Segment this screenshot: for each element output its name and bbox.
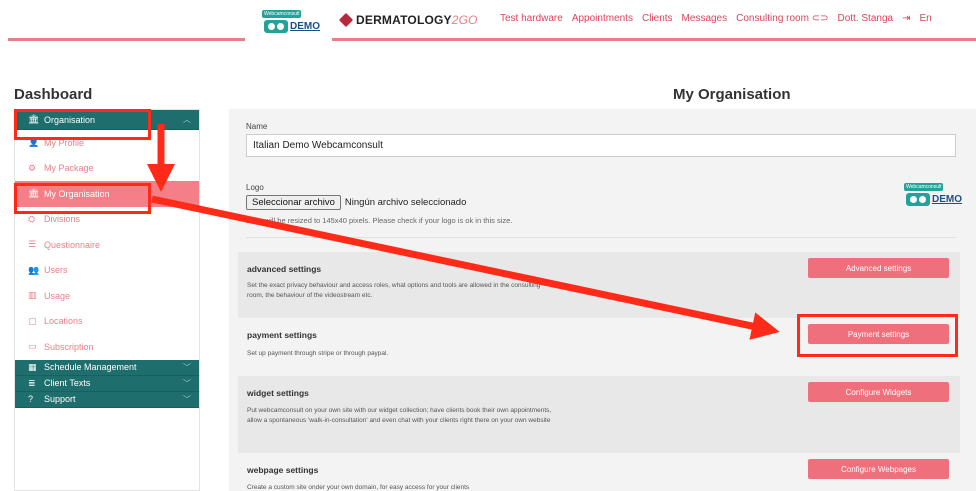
sidebar-group-client-texts[interactable]: ≣ Client Texts ﹀: [15, 375, 199, 392]
chevron-down-icon: ﹀: [183, 362, 191, 372]
sidebar-group-label: Support: [44, 394, 76, 404]
sidebar-item-label: Subscription: [44, 341, 94, 352]
nav-consulting-room[interactable]: Consulting room ⊂⊃: [736, 13, 828, 24]
webcamconsult-logo[interactable]: Webcamconsult DEMO: [262, 10, 320, 36]
logo-demo-text: DEMO: [290, 21, 320, 32]
sidebar-item-label: Divisions: [44, 214, 81, 225]
sidebar-group-support[interactable]: ? Support ﹀: [15, 391, 199, 408]
logo-eyes-icon: [264, 20, 288, 33]
brand-name: DERMATOLOGY: [356, 13, 452, 27]
sitemap-icon: ⛭: [28, 213, 36, 224]
form-divider: [246, 237, 956, 238]
section-title: payment settings: [247, 330, 317, 340]
sidebar-item-label: Usage: [44, 290, 71, 301]
webpage-settings-section: webpage settings Create a custom site on…: [238, 453, 960, 491]
sidebar-item-subscription[interactable]: ▭ Subscription: [15, 334, 199, 360]
widget-settings-section: widget settings Put webcamconsult on you…: [238, 376, 960, 453]
advanced-settings-button[interactable]: Advanced settings: [808, 258, 949, 278]
dashboard-title: Dashboard: [14, 86, 93, 103]
brand-gem-icon: [338, 12, 354, 28]
help-icon: ?: [28, 394, 34, 404]
logo-small-text: Webcamconsult: [262, 10, 302, 18]
sidebar-group-label: Client Texts: [44, 378, 91, 388]
chevron-up-icon: ︿: [183, 115, 191, 124]
sidebar-item-label: Locations: [44, 316, 83, 327]
main-nav: Test hardware Appointments Clients Messa…: [500, 13, 932, 24]
current-logo-preview: Webcamconsult DEMO: [904, 183, 962, 206]
sidebar-group-label: Schedule Management: [44, 362, 137, 372]
sidebar-item-my-package[interactable]: ⚙ My Package: [15, 156, 199, 182]
top-navbar: Webcamconsult DEMO DERMATOLOGY 2GO Test …: [0, 0, 976, 46]
sidebar-item-locations[interactable]: ▢ Locations: [15, 309, 199, 335]
nav-messages[interactable]: Messages: [682, 13, 728, 24]
section-title: advanced settings: [247, 264, 322, 274]
bar-chart-icon: ▥: [28, 290, 37, 301]
logout-icon[interactable]: ⇥: [902, 13, 910, 24]
brand-suffix: 2GO: [451, 13, 478, 27]
sidebar: 🏛 Organisation ︿ 👤 My Profile ⚙ My Packa…: [14, 109, 200, 491]
brand-logo[interactable]: DERMATOLOGY 2GO: [338, 12, 478, 28]
annotation-box-organisation: [14, 109, 151, 140]
annotation-box-payment-settings: [797, 314, 958, 357]
logo-small-text: Webcamconsult: [904, 183, 944, 191]
topbar-underline-left: [8, 38, 245, 41]
choose-file-button[interactable]: Seleccionar archivo: [246, 195, 341, 210]
chevron-down-icon: ﹀: [183, 394, 191, 404]
logo-hint: Logo will be resized to 145x40 pixels. P…: [246, 216, 513, 225]
card-icon: ▭: [28, 341, 37, 352]
sidebar-item-label: Questionnaire: [44, 239, 101, 250]
logo-eyes-icon: [906, 193, 930, 206]
section-description: Set the exact privacy behaviour and acce…: [247, 282, 541, 299]
sidebar-item-label: My Package: [44, 163, 94, 174]
chevron-down-icon: ﹀: [183, 378, 191, 388]
annotation-box-my-organisation: [14, 183, 151, 214]
file-status: Ningún archivo seleccionado: [344, 197, 467, 208]
section-description: Set up payment through stripe or through…: [247, 350, 389, 357]
gears-icon: ⚙: [28, 162, 37, 173]
sidebar-item-usage[interactable]: ▥ Usage: [15, 283, 199, 309]
sidebar-item-users[interactable]: 👥 Users: [15, 258, 199, 284]
nav-language[interactable]: En: [919, 13, 931, 24]
sidebar-item-label: Users: [44, 265, 68, 276]
logo-file-picker: Seleccionar archivo Ningún archivo selec…: [246, 195, 466, 210]
section-title: widget settings: [247, 388, 309, 398]
section-title: webpage settings: [247, 465, 319, 475]
configure-webpages-button[interactable]: Configure Webpages: [808, 459, 949, 479]
advanced-settings-section: advanced settings Set the exact privacy …: [238, 252, 960, 318]
sidebar-item-questionnaire[interactable]: ☰ Questionnaire: [15, 232, 199, 258]
users-icon: 👥: [28, 264, 40, 275]
page-title: My Organisation: [673, 86, 791, 103]
map-icon: ▢: [28, 315, 37, 326]
sidebar-group-schedule-management[interactable]: ▦ Schedule Management ﹀: [15, 359, 199, 376]
text-icon: ≣: [28, 377, 36, 388]
logo-demo-text: DEMO: [932, 194, 962, 205]
topbar-underline-right: [332, 38, 976, 41]
section-description: Put webcamconsult on your own site with …: [247, 407, 552, 424]
calendar-icon: ▦: [28, 361, 37, 372]
organisation-name-input[interactable]: Italian Demo Webcamconsult: [246, 134, 956, 157]
logo-label: Logo: [246, 183, 264, 192]
nav-appointments[interactable]: Appointments: [572, 13, 633, 24]
nav-user-name[interactable]: Dott. Stanga: [837, 13, 893, 24]
configure-widgets-button[interactable]: Configure Widgets: [808, 382, 949, 402]
list-icon: ☰: [28, 239, 37, 250]
name-label: Name: [246, 122, 268, 131]
nav-test-hardware[interactable]: Test hardware: [500, 13, 563, 24]
nav-clients[interactable]: Clients: [642, 13, 673, 24]
section-description: Create a custom site onder your own doma…: [247, 484, 470, 491]
